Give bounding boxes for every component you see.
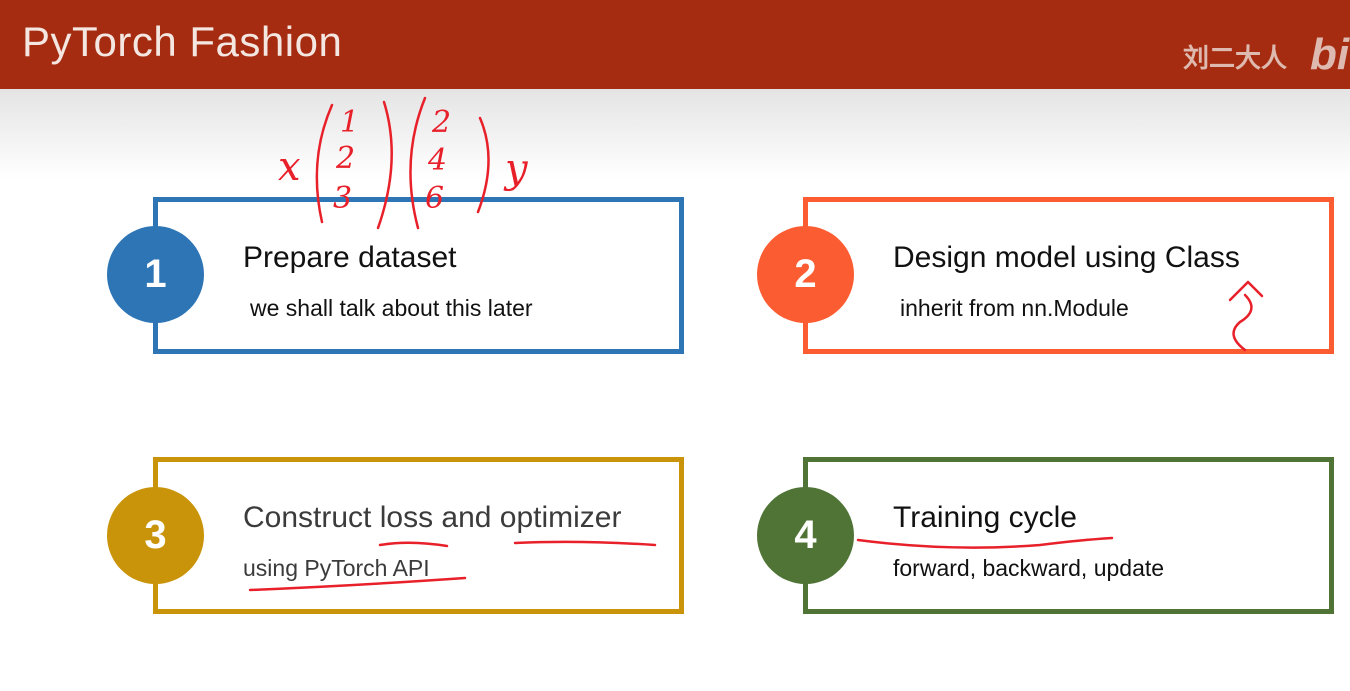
- step-4-subtitle: forward, backward, update: [893, 555, 1165, 581]
- step-1-number-badge: 1: [107, 226, 204, 323]
- step-1-subtitle: we shall talk about this later: [250, 295, 533, 321]
- step-4-number-badge: 4: [757, 487, 854, 584]
- step-4-card: Training cycle forward, backward, update: [803, 457, 1334, 614]
- step-2-title: Design model using Class: [893, 241, 1240, 274]
- title-bar: PyTorch Fashion 刘二大人 bili: [0, 0, 1350, 89]
- step-2-card: Design model using Class inherit from nn…: [803, 197, 1334, 354]
- step-3-subtitle: using PyTorch API: [243, 555, 430, 581]
- step-2-subtitle: inherit from nn.Module: [900, 295, 1129, 321]
- step-1-card: Prepare dataset we shall talk about this…: [153, 197, 684, 354]
- watermark-text: 刘二大人: [1183, 43, 1288, 73]
- step-1-title: Prepare dataset: [243, 241, 457, 274]
- step-4-title: Training cycle: [893, 501, 1077, 534]
- step-3-number-badge: 3: [107, 487, 204, 584]
- step-3-card: Construct loss and optimizer using PyTor…: [153, 457, 684, 614]
- header-shadow: [0, 89, 1350, 179]
- bilibili-logo-icon: bili: [1310, 30, 1350, 79]
- step-3-title: Construct loss and optimizer: [243, 501, 622, 534]
- step-2-number-badge: 2: [757, 226, 854, 323]
- slide-title: PyTorch Fashion: [22, 18, 343, 65]
